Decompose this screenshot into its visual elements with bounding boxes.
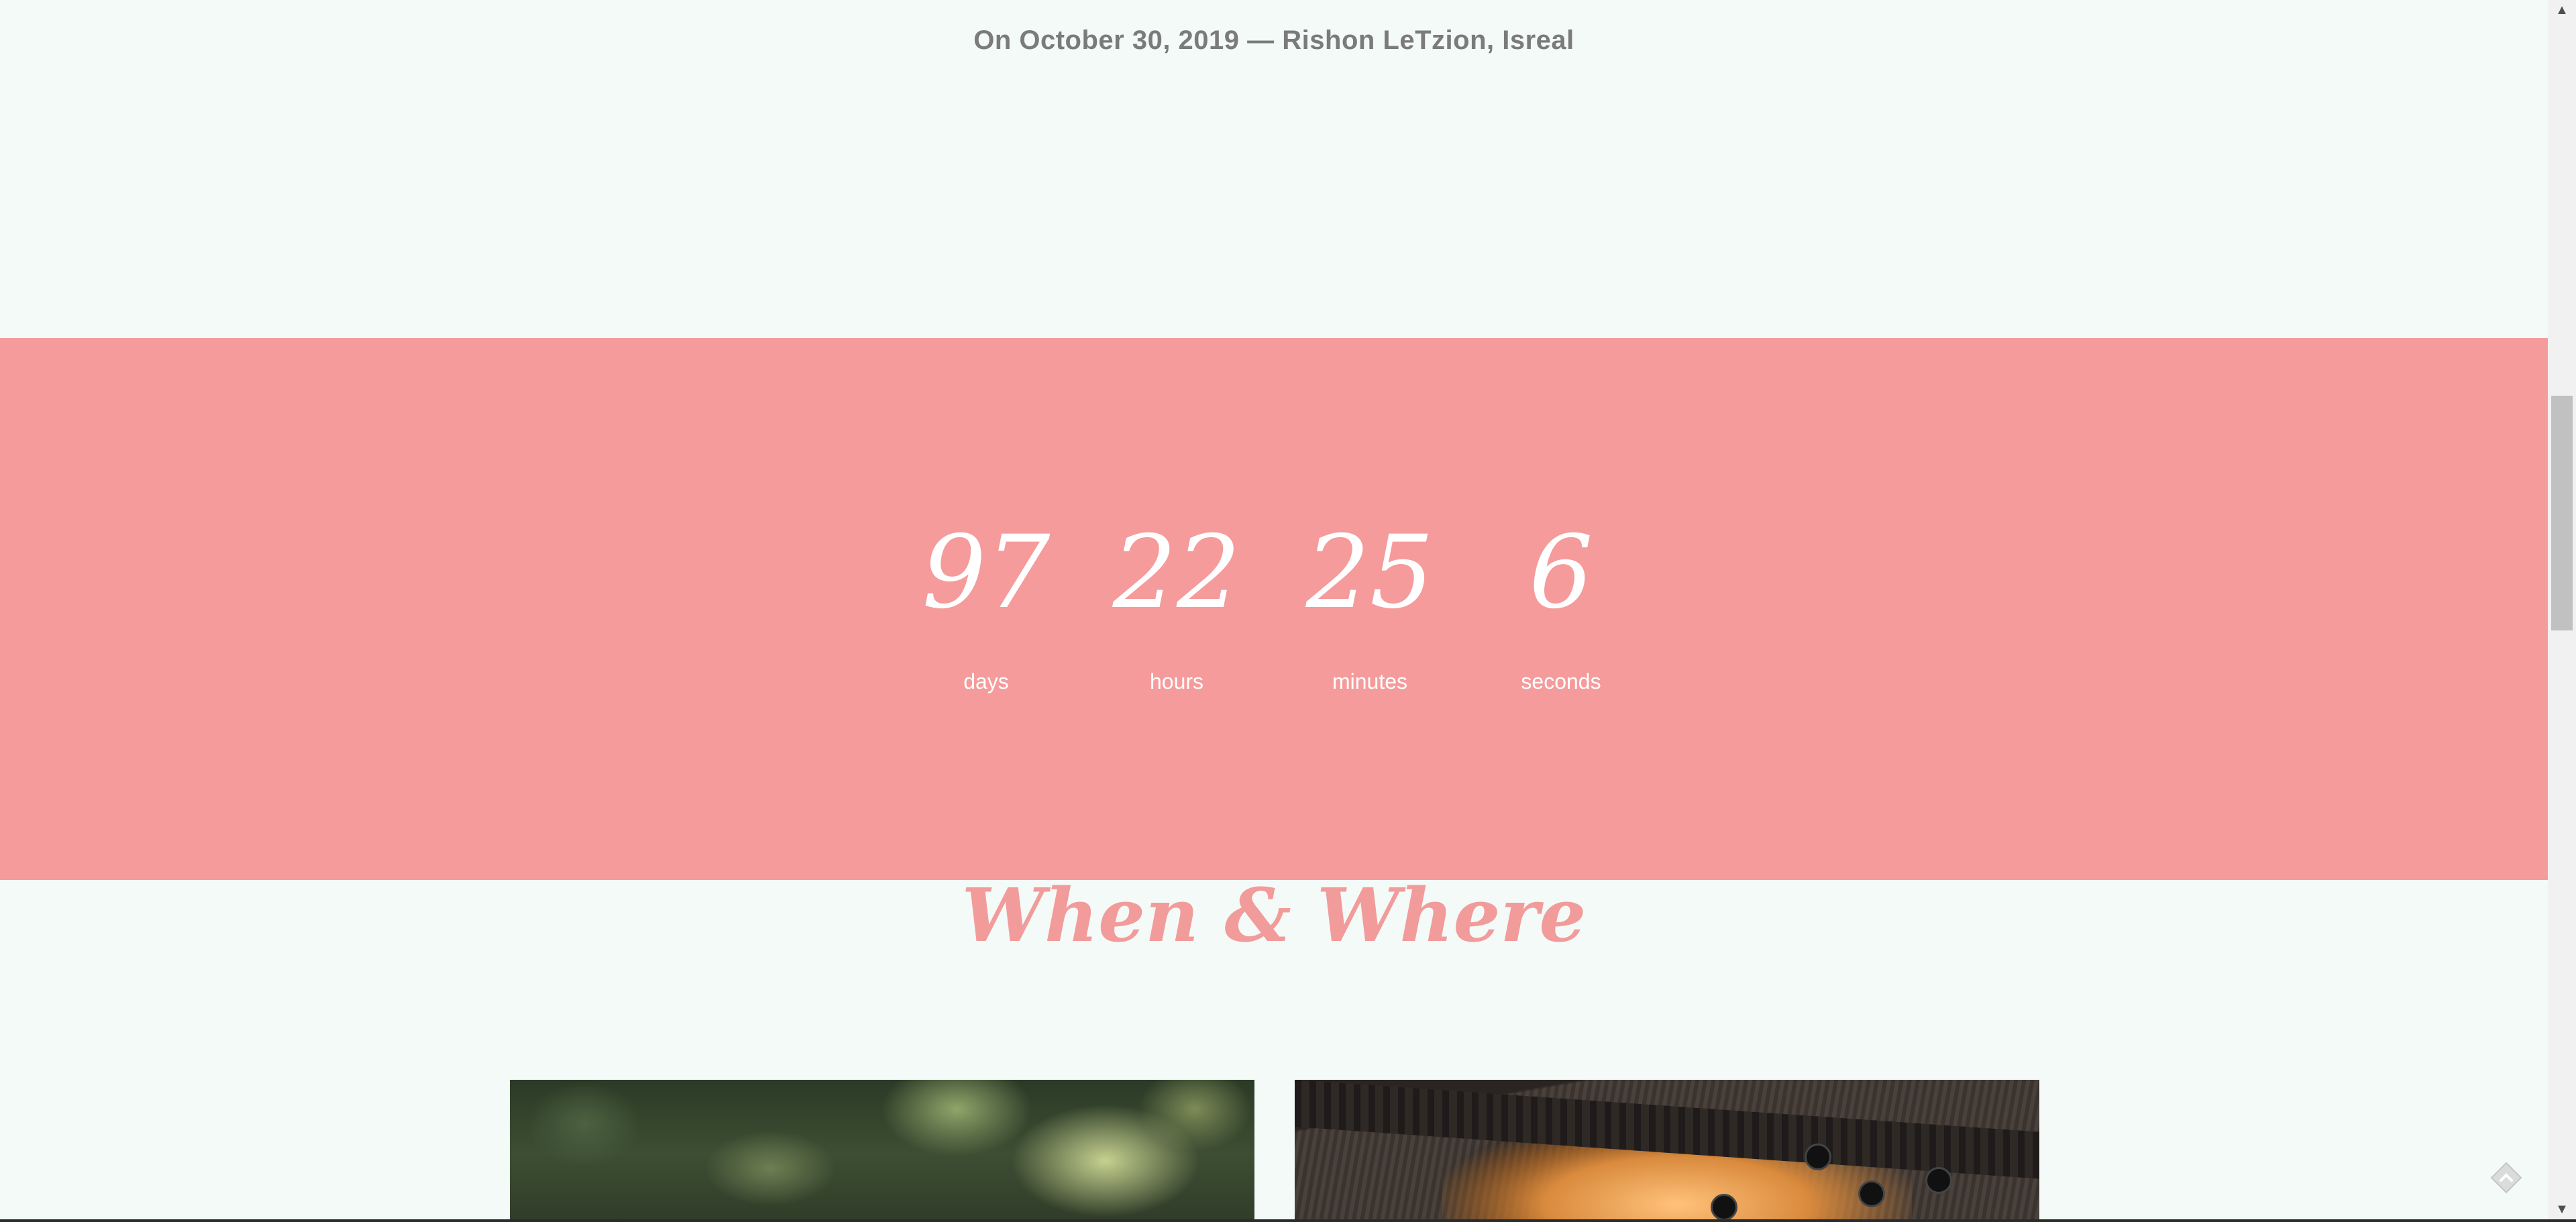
hall-light-fixture [1858,1180,1885,1207]
when-where-title: When & Where [961,872,1587,958]
hall-light-fixture [1925,1167,1952,1194]
countdown-seconds-value: 6 [1529,514,1593,631]
countdown-hours-label: hours [1149,669,1204,693]
feedback-diamond-icon[interactable] [2489,1160,2524,1195]
hall-light-fixture [1805,1144,1831,1170]
page-content: On October 30, 2019 — Rishon LeTzion, Is… [0,0,2548,1219]
scroll-up-arrow-icon[interactable]: ▲ [2548,0,2576,20]
vertical-scrollbar[interactable]: ▲ ▼ [2548,0,2576,1219]
venue-photo-hall [1295,1080,2039,1219]
hall-light-fixture [1711,1194,1737,1219]
window-bottom-border [0,1219,2576,1222]
countdown-minutes: 25 minutes [1289,506,1450,695]
countdown-minutes-value: 25 [1305,514,1434,631]
scroll-down-arrow-icon[interactable]: ▼ [2548,1199,2576,1219]
scrollbar-thumb[interactable] [2551,396,2573,630]
countdown-section: 97 days 22 hours 25 minutes 6 seconds [0,338,2548,880]
countdown-days-value: 97 [922,514,1051,631]
countdown-hours: 22 hours [1096,506,1257,695]
countdown-days-label: days [963,669,1009,693]
countdown-hours-value: 22 [1112,514,1241,631]
countdown-days: 97 days [906,506,1067,695]
page: On October 30, 2019 — Rishon LeTzion, Is… [0,0,2576,1222]
event-date-location: On October 30, 2019 — Rishon LeTzion, Is… [973,25,1574,55]
venue-photo-garden [510,1080,1254,1219]
countdown-minutes-label: minutes [1332,669,1408,693]
countdown-seconds: 6 seconds [1481,506,1642,695]
countdown-seconds-label: seconds [1521,669,1601,693]
